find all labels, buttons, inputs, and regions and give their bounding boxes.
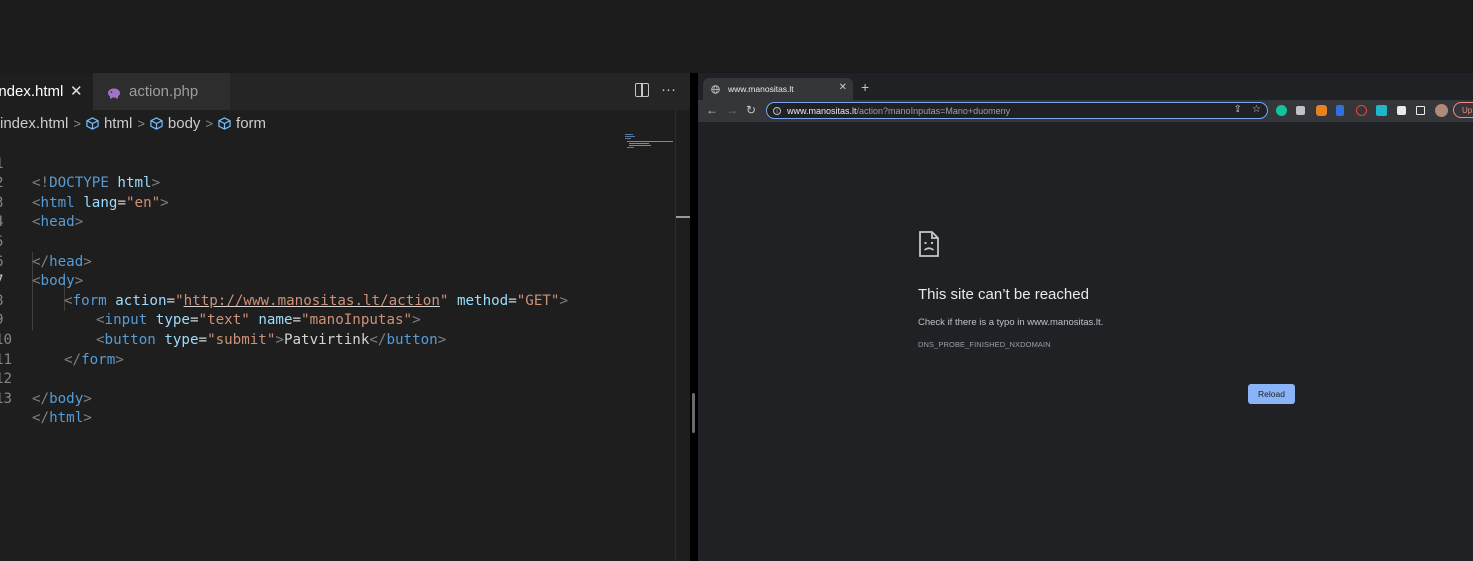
update-button[interactable]: Up [1453, 102, 1473, 118]
code-line: 9 <button type="submit">Patvirtink</butt… [0, 292, 446, 348]
code-line: 3 <head> [0, 174, 83, 231]
extension-icon[interactable] [1356, 105, 1367, 116]
cube-icon [86, 116, 99, 130]
globe-icon [711, 84, 720, 94]
error-code: DNS_PROBE_FINISHED_NXDOMAIN [918, 340, 1051, 349]
browser-tab-title: www.manositas.lt [728, 84, 794, 94]
chevron-right-icon: > [205, 115, 214, 131]
window-divider[interactable] [690, 73, 698, 561]
code-editor[interactable]: index.html ✕ action.php ··· index.html >… [0, 73, 690, 561]
top-bar-area [0, 0, 1473, 73]
tab-index-html[interactable]: index.html ✕ [0, 73, 93, 110]
breadcrumb-html[interactable]: html [104, 115, 132, 132]
editor-tab-bar: index.html ✕ action.php ··· [0, 73, 690, 110]
grammarly-extension-icon[interactable] [1276, 105, 1287, 116]
form-action-url[interactable]: http://www.manositas.lt/action [184, 293, 440, 309]
browser-toolbar: ← → ↻ i www.manositas.lt/action?manoInpu… [698, 100, 1473, 122]
resize-handle[interactable] [692, 393, 695, 433]
breadcrumb-file[interactable]: index.html [0, 115, 68, 132]
tab-label: action.php [129, 83, 199, 100]
code-line: 6 <body> [0, 233, 83, 290]
cube-icon [218, 116, 231, 130]
code-line: 13 </html> [0, 370, 92, 427]
reload-button[interactable]: Reload [1248, 384, 1295, 404]
metamask-extension-icon[interactable] [1316, 105, 1327, 116]
address-path: /action?manoInputas=Mano+duomeny [856, 105, 1011, 116]
code-line: 1 <!DOCTYPE html> [0, 135, 160, 192]
sad-page-icon [919, 231, 939, 257]
tab-action-php[interactable]: action.php [93, 73, 230, 110]
sidebar-icon[interactable] [1416, 106, 1425, 115]
more-icon[interactable]: ··· [661, 81, 676, 98]
code-line: 10 </form> [0, 311, 124, 368]
cube-icon [150, 116, 163, 130]
line-number: 13 [0, 390, 13, 407]
tab-label: index.html [0, 83, 64, 100]
breadcrumb: index.html > html > body > form [0, 112, 266, 134]
browser-tab[interactable]: www.manositas.lt ✕ [703, 78, 853, 100]
browser-tab-strip: www.manositas.lt ✕ + [698, 73, 1473, 100]
back-arrow-icon[interactable]: ← [706, 103, 718, 117]
close-icon[interactable]: ✕ [839, 82, 847, 93]
breadcrumb-body[interactable]: body [168, 115, 201, 132]
error-title: This site can’t be reached [918, 286, 1089, 303]
share-icon[interactable]: ⇪ [1234, 104, 1242, 115]
chevron-right-icon: > [73, 115, 81, 131]
php-icon [107, 86, 121, 98]
star-icon[interactable]: ☆ [1252, 104, 1261, 115]
code-line: 4 [0, 194, 51, 230]
breadcrumb-form[interactable]: form [236, 115, 266, 132]
code-line: 2 <html lang="en"> [0, 155, 169, 211]
bookmark-extension-icon[interactable] [1336, 105, 1344, 116]
chevron-right-icon: > [137, 115, 145, 131]
avatar[interactable] [1435, 104, 1448, 117]
address-host: www.manositas.lt [787, 105, 857, 116]
reload-icon[interactable]: ↻ [746, 103, 756, 117]
code-line: 8 <input type="text" name="manoInputas"> [0, 272, 421, 329]
code-line: 11 [0, 331, 51, 368]
browser-window: www.manositas.lt ✕ + ← → ↻ i www.manosit… [698, 73, 1473, 561]
info-icon[interactable]: i [773, 106, 781, 115]
code-line: 7 <form action="http://www.manositas.lt/… [0, 253, 568, 309]
extension-icon[interactable] [1296, 106, 1305, 115]
close-icon[interactable]: ✕ [70, 82, 83, 100]
forward-arrow-icon[interactable]: → [726, 103, 738, 117]
code-line: 5 </head> [0, 213, 92, 270]
scroll-position-marker [676, 216, 690, 218]
extension-icon[interactable] [1376, 105, 1387, 116]
minimap[interactable] [624, 133, 674, 153]
error-description: Check if there is a typo in www.manosita… [918, 317, 1104, 328]
puzzle-icon[interactable] [1397, 106, 1406, 115]
new-tab-button[interactable]: + [861, 79, 869, 95]
address-bar[interactable]: i www.manositas.lt/action?manoInputas=Ma… [766, 102, 1268, 119]
scrollbar-track[interactable] [675, 110, 676, 561]
split-editor-icon[interactable] [635, 82, 649, 97]
code-line: 12 </body> [0, 351, 92, 407]
